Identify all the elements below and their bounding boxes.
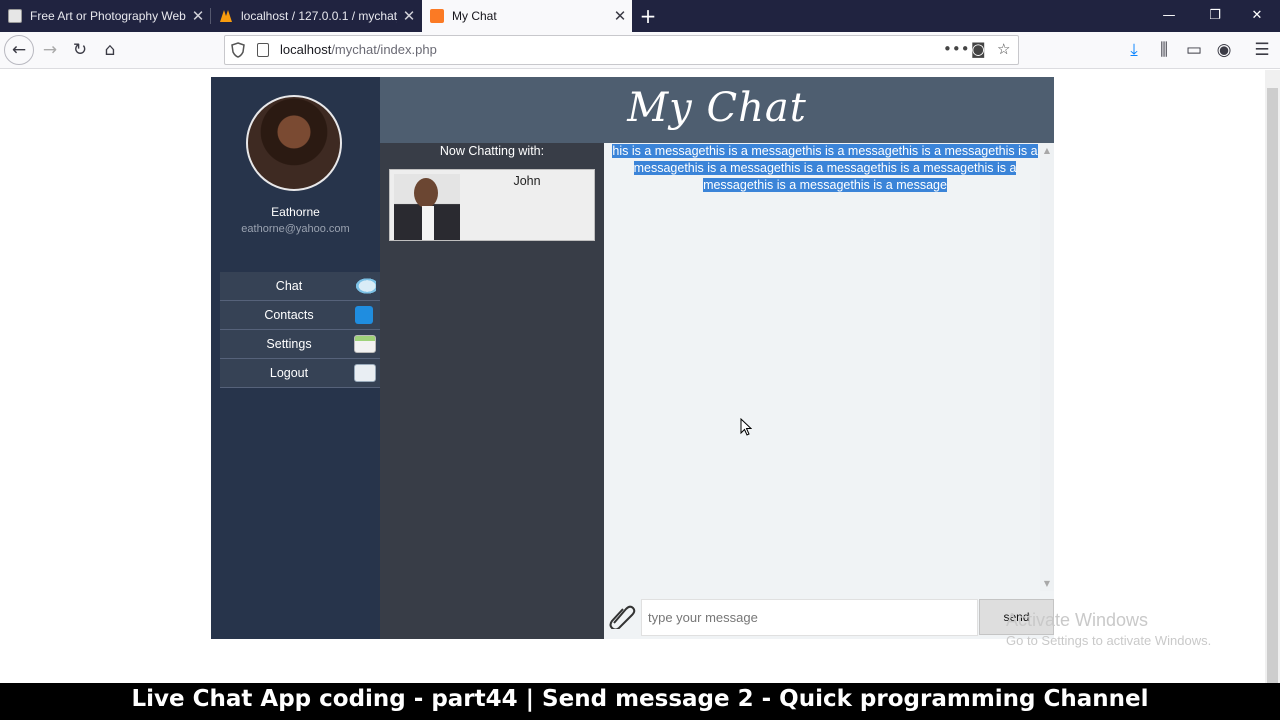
contact-photo: [394, 174, 460, 240]
tab-title: My Chat: [452, 9, 497, 23]
download-icon[interactable]: ⤓: [1120, 36, 1148, 64]
video-caption: Live Chat App coding - part44 | Send mes…: [0, 683, 1280, 720]
new-tab-icon[interactable]: +: [638, 4, 658, 28]
shield-icon[interactable]: [231, 42, 245, 58]
menu-item-contacts[interactable]: Contacts: [220, 301, 380, 330]
page-info-icon[interactable]: [257, 43, 269, 57]
restore-icon[interactable]: ❐: [1192, 0, 1238, 32]
menu-item-settings[interactable]: Settings: [220, 330, 380, 359]
contact-photo-head: [414, 178, 438, 208]
user-email: eathorne@yahoo.com: [241, 223, 350, 235]
app-logo: My Chat: [627, 85, 807, 131]
xampp-icon: [430, 9, 444, 23]
now-chatting-label: Now Chatting with:: [439, 144, 545, 158]
close-tab-icon[interactable]: ✕: [608, 7, 632, 25]
minimize-icon[interactable]: —: [1146, 0, 1192, 32]
browser-tab-bar: Free Art or Photography Websi ✕ localhos…: [0, 0, 1280, 32]
back-icon[interactable]: ←: [4, 35, 34, 65]
browser-tab[interactable]: Free Art or Photography Websi ✕: [0, 0, 210, 32]
menu-label: Chat: [275, 279, 303, 293]
menu-icon[interactable]: ☰: [1248, 36, 1276, 64]
sidebar-icon[interactable]: ▭: [1180, 36, 1208, 64]
library-icon[interactable]: ⫼: [1150, 36, 1178, 64]
more-actions-icon[interactable]: •••: [943, 40, 970, 58]
menu-label: Settings: [266, 337, 312, 351]
contact-name: John: [513, 174, 541, 188]
app-header: My Chat: [380, 77, 1054, 143]
bookmark-star-icon[interactable]: ☆: [997, 40, 1010, 58]
message-text: his is a messagethis is a messagethis is…: [612, 144, 1038, 192]
home-icon[interactable]: ⌂: [96, 36, 124, 64]
sidebar-menu: Chat Contacts Settings Logout: [220, 272, 380, 388]
logout-icon: [354, 364, 376, 382]
scroll-down-icon[interactable]: ▼: [1040, 579, 1054, 588]
close-tab-icon[interactable]: ✕: [186, 7, 210, 25]
browser-tab-active[interactable]: My Chat ✕: [422, 0, 632, 32]
user-avatar: [246, 95, 342, 191]
left-sidebar: Eathorne eathorne@yahoo.com Chat Contact…: [211, 77, 380, 639]
attach-file-icon[interactable]: [608, 603, 636, 629]
contact-photo-shirt: [422, 206, 434, 240]
close-tab-icon[interactable]: ✕: [397, 7, 421, 25]
browser-tab[interactable]: localhost / 127.0.0.1 / mychat_d ✕: [211, 0, 421, 32]
url-text: localhost/mychat/index.php: [280, 42, 437, 57]
address-bar[interactable]: localhost/mychat/index.php ••• ◙ ☆: [224, 35, 1019, 65]
messages-list: his is a messagethis is a messagethis is…: [610, 143, 1040, 593]
image-icon: [8, 9, 22, 23]
close-window-icon[interactable]: ✕: [1234, 0, 1280, 32]
message-input[interactable]: [641, 599, 978, 636]
settings-icon: [354, 335, 376, 353]
menu-item-logout[interactable]: Logout: [220, 359, 380, 388]
reload-icon[interactable]: ↻: [66, 36, 94, 64]
pocket-icon[interactable]: ◙: [971, 40, 986, 58]
active-contact-card[interactable]: John: [389, 169, 595, 241]
phpmyadmin-icon: [219, 9, 233, 23]
chat-area: his is a messagethis is a messagethis is…: [604, 143, 1054, 639]
menu-item-chat[interactable]: Chat: [220, 272, 380, 301]
watermark-subtitle: Go to Settings to activate Windows.: [1006, 633, 1212, 648]
activate-windows-watermark: Activate Windows Go to Settings to activ…: [1006, 610, 1211, 648]
page-scrollbar[interactable]: [1265, 70, 1280, 686]
menu-label: Contacts: [264, 308, 314, 322]
tab-title: Free Art or Photography Websi: [30, 9, 186, 23]
browser-toolbar: ← → ↻ ⌂ localhost/mychat/index.php ••• ◙…: [0, 32, 1280, 69]
messages-scrollbar[interactable]: ▲ ▼: [1040, 143, 1054, 591]
chat-app: Eathorne eathorne@yahoo.com Chat Contact…: [211, 77, 1054, 639]
contacts-panel: Now Chatting with: John: [380, 143, 604, 639]
user-name: Eathorne: [271, 205, 320, 219]
compose-bar: send: [604, 593, 1054, 639]
mouse-cursor-icon: [740, 418, 752, 436]
scrollbar-thumb[interactable]: [1267, 88, 1278, 686]
tab-title: localhost / 127.0.0.1 / mychat_d: [241, 9, 397, 23]
scroll-up-icon[interactable]: ▲: [1040, 146, 1054, 155]
account-icon[interactable]: ◉: [1210, 36, 1238, 64]
watermark-title: Activate Windows: [1006, 610, 1149, 630]
forward-icon[interactable]: →: [36, 36, 64, 64]
contacts-icon: [355, 306, 373, 324]
menu-label: Logout: [269, 366, 309, 380]
chat-bubbles-icon: [354, 277, 376, 295]
